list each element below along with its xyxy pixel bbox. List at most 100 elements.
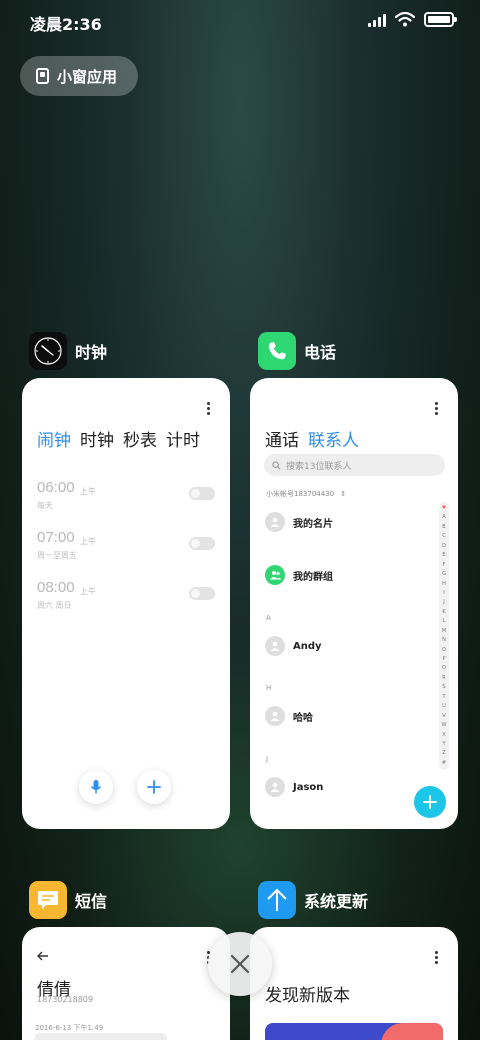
index-letter[interactable]: D bbox=[442, 543, 446, 549]
alarm-repeat: 每天 bbox=[37, 501, 53, 510]
person-icon bbox=[270, 782, 280, 792]
avatar bbox=[265, 777, 285, 797]
contact-item[interactable]: 哈哈 bbox=[265, 705, 313, 727]
my-groups-item[interactable]: 我的群组 › bbox=[265, 564, 443, 586]
index-letter[interactable]: B bbox=[442, 524, 445, 530]
index-letter[interactable]: E bbox=[442, 553, 445, 558]
index-letter[interactable]: O bbox=[442, 647, 446, 653]
battery-icon bbox=[424, 12, 457, 27]
microphone-icon bbox=[90, 780, 102, 794]
index-letter[interactable]: R bbox=[442, 675, 445, 681]
add-alarm-button[interactable] bbox=[137, 770, 171, 804]
index-letter[interactable]: J bbox=[443, 600, 444, 605]
index-letter[interactable]: Q bbox=[442, 666, 446, 671]
index-letter[interactable]: M bbox=[442, 628, 446, 634]
clock-app-card[interactable]: 闹钟 时钟 秒表 计时 06:00 上午 每天 07:00 上午 周一至周五 0… bbox=[22, 378, 230, 829]
index-letter[interactable]: Z bbox=[442, 751, 445, 756]
alarm-toggle[interactable] bbox=[189, 537, 215, 550]
index-letter[interactable]: Y bbox=[442, 741, 445, 747]
sms-app-card[interactable]: 倩倩 18730218809 2016-6-13 下午1:49 bbox=[22, 927, 230, 1040]
index-letter[interactable]: V bbox=[442, 713, 445, 719]
index-letter[interactable]: W bbox=[442, 723, 447, 728]
phone-app-card[interactable]: 通话 联系人 搜索13位联系人 小米帐号183704430 ⇕ 我的名片 我的群… bbox=[250, 378, 458, 829]
updown-icon: ⇕ bbox=[340, 490, 347, 498]
sms-app-header[interactable]: 短信 bbox=[29, 881, 107, 919]
section-letter: A bbox=[266, 614, 271, 622]
update-title: 发现新版本 bbox=[265, 986, 350, 1006]
tab-clock[interactable]: 时钟 bbox=[80, 426, 114, 451]
contact-search-input[interactable]: 搜索13位联系人 bbox=[264, 454, 445, 476]
more-menu-icon[interactable] bbox=[434, 402, 438, 415]
index-letter[interactable]: K bbox=[442, 609, 445, 615]
close-icon bbox=[230, 954, 250, 974]
alarm-item[interactable]: 07:00 上午 周一至周五 bbox=[37, 529, 215, 569]
index-letter[interactable]: G bbox=[442, 572, 446, 577]
update-app-card[interactable]: 发现新版本 bbox=[250, 927, 458, 1040]
clock-tabs: 闹钟 时钟 秒表 计时 bbox=[37, 426, 200, 451]
mini-window-apps-button[interactable]: 小窗应用 bbox=[20, 56, 138, 96]
sms-app-name: 短信 bbox=[75, 892, 108, 911]
plus-icon bbox=[147, 780, 161, 794]
more-menu-icon[interactable] bbox=[206, 402, 210, 415]
phone-app-name: 电话 bbox=[304, 343, 337, 362]
account-selector[interactable]: 小米帐号183704430 ⇕ bbox=[266, 489, 346, 499]
index-letter[interactable]: X bbox=[442, 732, 445, 738]
index-letter[interactable]: U bbox=[442, 704, 446, 709]
index-letter[interactable]: # bbox=[442, 760, 446, 766]
add-contact-button[interactable] bbox=[414, 786, 446, 818]
clear-all-button[interactable] bbox=[208, 932, 272, 996]
wifi-icon bbox=[395, 12, 415, 27]
clock-app-name: 时钟 bbox=[75, 343, 108, 362]
group-icon bbox=[265, 565, 285, 585]
phone-app-header[interactable]: 电话 bbox=[258, 332, 336, 370]
index-letter[interactable]: A bbox=[442, 515, 445, 520]
update-banner bbox=[265, 1023, 443, 1040]
tab-contacts[interactable]: 联系人 bbox=[308, 426, 359, 451]
person-icon bbox=[270, 641, 280, 651]
contact-item[interactable]: Andy bbox=[265, 635, 322, 657]
avatar bbox=[265, 512, 285, 532]
contact-item[interactable]: Jason bbox=[265, 776, 323, 798]
avatar bbox=[265, 706, 285, 726]
alarm-item[interactable]: 08:00 上午 周六 周日 bbox=[37, 579, 215, 619]
more-menu-icon[interactable] bbox=[434, 951, 438, 964]
alarm-ampm: 上午 bbox=[80, 587, 96, 596]
update-app-header[interactable]: 系统更新 bbox=[258, 881, 368, 919]
status-icons bbox=[368, 12, 457, 27]
back-arrow-icon[interactable] bbox=[37, 951, 49, 961]
alarm-toggle[interactable] bbox=[189, 487, 215, 500]
alarm-repeat: 周六 周日 bbox=[37, 601, 72, 610]
clock-icon bbox=[29, 332, 67, 370]
tab-calls[interactable]: 通话 bbox=[265, 426, 299, 451]
signal-icon bbox=[368, 13, 386, 27]
index-letter[interactable]: F bbox=[443, 562, 446, 568]
alarm-toggle[interactable] bbox=[189, 587, 215, 600]
index-letter[interactable]: S bbox=[442, 685, 445, 690]
update-arrow-icon bbox=[258, 881, 296, 919]
alphabet-index[interactable]: ♥ A B C D E F G H I J K L M N O P Q R S T U V W X Y Z # bbox=[439, 502, 449, 770]
alarm-repeat: 周一至周五 bbox=[37, 551, 77, 560]
tab-timer[interactable]: 计时 bbox=[166, 426, 200, 451]
search-icon bbox=[272, 460, 281, 469]
clock-app-header[interactable]: 时钟 bbox=[29, 332, 107, 370]
tab-stopwatch[interactable]: 秒表 bbox=[123, 426, 157, 451]
index-letter[interactable]: P bbox=[442, 657, 445, 662]
index-letter[interactable]: H bbox=[442, 581, 446, 587]
contact-name: 哈哈 bbox=[293, 712, 313, 724]
index-letter[interactable]: T bbox=[442, 694, 445, 700]
alarm-ampm: 上午 bbox=[80, 537, 96, 546]
tab-alarm[interactable]: 闹钟 bbox=[37, 426, 71, 451]
index-letter[interactable]: I bbox=[443, 590, 444, 596]
search-placeholder: 搜索13位联系人 bbox=[286, 461, 352, 472]
update-app-name: 系统更新 bbox=[304, 892, 369, 911]
sms-contact-number: 18730218809 bbox=[37, 995, 93, 1004]
index-letter[interactable]: N bbox=[442, 638, 446, 643]
voice-button[interactable] bbox=[79, 770, 113, 804]
index-letter[interactable]: ♥ bbox=[442, 506, 446, 511]
alarm-item[interactable]: 06:00 上午 每天 bbox=[37, 479, 215, 519]
avatar bbox=[265, 636, 285, 656]
index-letter[interactable]: L bbox=[443, 619, 446, 624]
contact-name: Andy bbox=[293, 640, 322, 652]
index-letter[interactable]: C bbox=[442, 534, 446, 539]
my-card-item[interactable]: 我的名片 bbox=[265, 511, 333, 533]
